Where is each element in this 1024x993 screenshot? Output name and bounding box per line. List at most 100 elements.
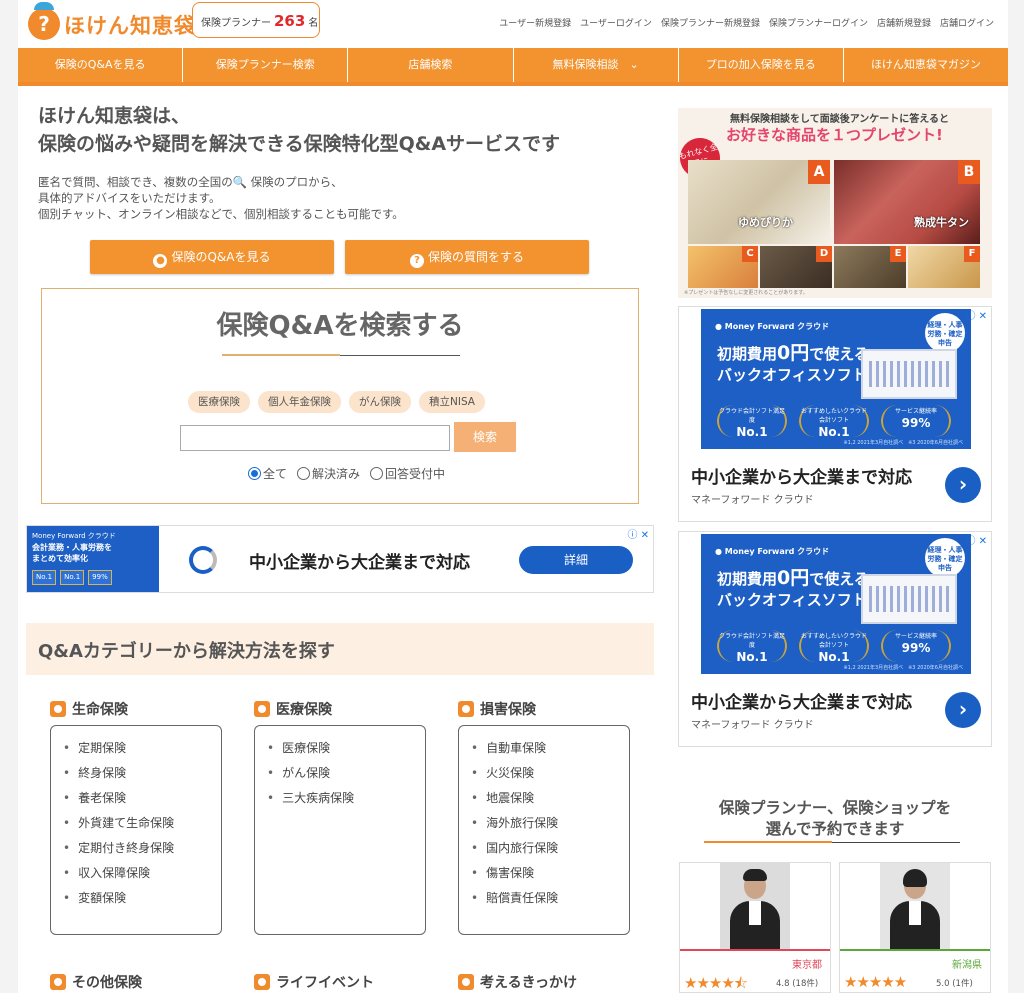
planner-count-box: 保険プランナー 263 名 [192,2,320,38]
side-ad-2-main: 中小企業から大企業まで対応 [691,693,912,713]
link-planner-register[interactable]: 保険プランナー新規登録 [661,16,760,29]
side-ad-1-award-2: おすすめしたいクラウド会計ソフト No.1 [799,405,869,439]
side-ad-2-head-a: 初期費用 [717,570,778,588]
planner-card-1[interactable]: 東京都 ★★★★⯪ 4.8 (18件) [679,862,831,993]
side-ad-1-image: ● Money Forward クラウド 初期費用0円で使える バックオフィスソ… [701,309,971,449]
person-icon: ● [153,254,168,268]
planner-count-unit: 名 [308,18,319,29]
banner-ad-copy2: まとめて効率化 [32,554,88,563]
tag-pension[interactable]: 個人年金保険 [258,391,341,413]
nav-shop-search[interactable]: 店舗検索 [348,46,514,82]
tag-nisa[interactable]: 積立NISA [419,391,485,413]
moneyforward-logo-icon [189,546,217,574]
question-icon: ? [409,254,424,268]
list-item[interactable]: 終身保険 [63,761,221,786]
radio-resolved[interactable]: 解決済み [297,465,360,482]
list-item[interactable]: 火災保険 [471,761,629,786]
search-button[interactable]: 検索 [454,422,516,452]
link-shop-register[interactable]: 店舗新規登録 [877,16,931,29]
side-ad-2[interactable]: ● Money Forward クラウド 初期費用0円で使える バックオフィスソ… [678,531,992,747]
search-input[interactable] [180,425,450,451]
side-ad-2-award-2: おすすめしたいクラウド会計ソフト No.1 [799,630,869,664]
logo-bag-icon: ? [28,2,60,40]
document-check-icon [50,974,66,990]
site-logo[interactable]: ? ほけん知恵袋 [28,2,196,42]
banner-ad-text: 中小企業から大企業まで対応 [249,553,470,573]
present-campaign-banner[interactable]: 無料保険相談をして面談後アンケートに答えると お好きな商品を１つプレゼント! も… [678,108,992,298]
nav-qa[interactable]: 保険のQ&Aを見る [18,46,184,82]
view-qa-button[interactable]: ● 保険のQ&Aを見る [90,240,334,274]
category-medical-title[interactable]: 医療保険 [254,697,426,721]
banner-ad-brand: Money Forward クラウド [32,532,116,540]
nav-planner-search[interactable]: 保険プランナー検索 [183,46,349,82]
radio-open-label: 回答受付中 [385,467,446,481]
link-user-register[interactable]: ユーザー新規登録 [499,16,571,29]
list-item[interactable]: 国内旅行保険 [471,836,629,861]
tag-cancer[interactable]: がん保険 [349,391,411,413]
list-item[interactable]: 傷害保険 [471,861,629,886]
award-small: おすすめしたいクラウド会計ソフト [801,633,868,649]
planner-card-2-rating: 5.0 (1件) [936,977,973,989]
list-item[interactable]: 医療保険 [267,736,425,761]
category-nonlife-title[interactable]: 損害保険 [458,697,630,721]
radio-open[interactable]: 回答受付中 [370,465,445,482]
product-b-beef-tongue: B 熟成牛タン [834,160,980,244]
side-ad-1-headline: 初期費用0円で使える バックオフィスソフト [717,343,869,386]
award-big: 99% [901,641,931,655]
car-icon [458,701,474,717]
ad-close-icon[interactable]: ⓘ ✕ [965,307,987,322]
ask-question-button[interactable]: ? 保険の質問をする [345,240,589,274]
side-ad-2-brand: ● Money Forward クラウド [715,547,830,556]
tag-medical[interactable]: 医療保険 [188,391,250,413]
chevron-right-icon[interactable]: › [945,467,981,503]
link-shop-login[interactable]: 店舗ログイン [940,16,994,29]
nav-magazine[interactable]: ほけん知恵袋マガジン [843,46,1008,82]
category-life-title[interactable]: 生命保険 [50,697,222,721]
award-big: No.1 [818,650,850,664]
rating-count: (1件) [952,979,973,989]
list-item[interactable]: 定期保険 [63,736,221,761]
list-item[interactable]: 収入保障保険 [63,861,221,886]
nav-free-consult[interactable]: 無料保険相談 ⌄ [513,46,679,82]
award-small: おすすめしたいクラウド会計ソフト [801,408,868,424]
list-item[interactable]: 賠償責任保険 [471,886,629,911]
planner-select-heading: 保険プランナー、保険ショップを 選んで予約できます [678,798,992,840]
link-planner-login[interactable]: 保険プランナーログイン [769,16,868,29]
banner-ad[interactable]: Money Forward クラウド 会計業務・人事労務を まとめて効率化 No… [26,525,654,593]
list-item[interactable]: 養老保険 [63,786,221,811]
link-user-login[interactable]: ユーザーログイン [580,16,652,29]
ad-close-icon[interactable]: ⓘ ✕ [965,532,987,547]
list-item[interactable]: 変額保険 [63,886,221,911]
list-item[interactable]: 定期付き終身保険 [63,836,221,861]
product-c: C [688,246,758,288]
category-other-title[interactable]: その他保険 [50,972,142,992]
list-item[interactable]: 自動車保険 [471,736,629,761]
planner-card-1-rating: 4.8 (18件) [776,977,818,989]
side-ad-2-badge: 経理・人事労務・確定申告 [925,538,965,578]
list-item[interactable]: 三大疾病保険 [267,786,425,811]
category-trigger-label: 考えるきっかけ [480,975,578,991]
side-ad-1[interactable]: ● Money Forward クラウド 初期費用0円で使える バックオフィスソ… [678,306,992,522]
banner-ad-image: Money Forward クラウド 会計業務・人事労務を まとめて効率化 No… [27,526,159,592]
ad-close-icon[interactable]: ⓘ ✕ [627,526,649,541]
search-title: 保険Q&Aを検索する [216,311,464,341]
list-item[interactable]: 外貨建て生命保険 [63,811,221,836]
product-b-caption: 熟成牛タン [914,216,969,229]
planner-card-2[interactable]: 新潟県 ★★★★★ 5.0 (1件) [839,862,991,993]
banner-award-1: No.1 [32,570,57,585]
radio-all[interactable]: 全て [248,465,287,482]
list-item[interactable]: がん保険 [267,761,425,786]
category-lifeevent-title[interactable]: ライフイベント [254,972,374,992]
list-item[interactable]: 海外旅行保険 [471,811,629,836]
present-note: ※プレゼントは予告なしに変更されることがあります。 [684,290,808,296]
category-nonlife-list: 自動車保険 火災保険 地震保険 海外旅行保険 国内旅行保険 傷害保険 賠償責任保… [458,725,630,935]
planner-select-heading-line2: 選んで予約できます [765,820,905,838]
category-trigger-title[interactable]: 考えるきっかけ [458,972,577,992]
hero-description: 匿名で質問、相談でき、複数の全国の🔍 保険のプロから、 具体的アドバイスをいただ… [38,174,404,222]
hero-title-line1: ほけん知恵袋は、 [38,105,191,127]
family-icon [254,974,270,990]
list-item[interactable]: 地震保険 [471,786,629,811]
chevron-right-icon[interactable]: › [945,692,981,728]
banner-ad-detail-button[interactable]: 詳細 [519,546,633,574]
nav-pro-insurance[interactable]: プロの加入保険を見る [678,46,844,82]
